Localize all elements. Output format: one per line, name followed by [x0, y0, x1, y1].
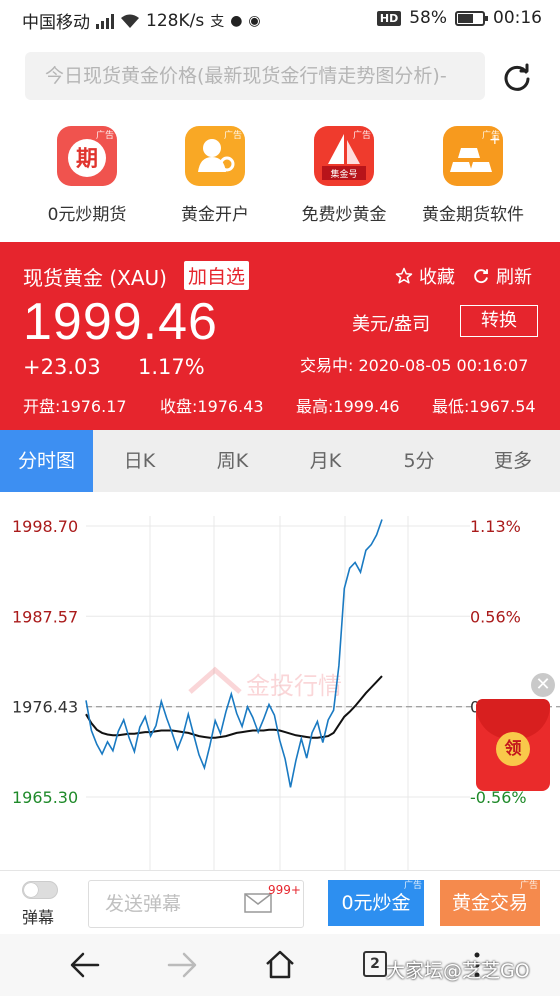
ad-tag: 广告	[519, 881, 538, 891]
y-tick-label-left: 1998.70	[12, 517, 78, 536]
ad-label: 0元炒期货	[47, 205, 127, 225]
prev-close-price: 收盘:1976.43	[160, 397, 264, 416]
tab-5min[interactable]: 5分	[372, 430, 466, 492]
forward-arrow-icon[interactable]	[165, 948, 199, 982]
high-price: 最高:1999.46	[296, 397, 400, 416]
tab-intraday[interactable]: 分时图	[0, 430, 93, 492]
danmu-count-badge: 999+	[268, 883, 301, 897]
price-change: +23.03	[23, 355, 101, 379]
sailboat-icon: 集金号 广告	[314, 126, 374, 186]
refresh-label: 刷新	[496, 267, 532, 288]
qi-glyph: 期	[76, 147, 98, 172]
home-icon[interactable]	[263, 948, 297, 982]
tab-daily-k[interactable]: 日K	[93, 430, 186, 492]
ad-free-gold[interactable]: 集金号 广告 免费炒黄金	[279, 126, 409, 225]
back-arrow-icon[interactable]	[68, 948, 102, 982]
status-left: 中国移动 128K/s 支 ● ◉	[22, 8, 261, 34]
network-speed: 128K/s	[146, 10, 205, 31]
refresh-icon	[474, 269, 488, 284]
ad-gold-account[interactable]: 广告 黄金开户	[150, 126, 280, 225]
close-icon[interactable]: ✕	[531, 673, 555, 697]
clock: 00:16	[493, 8, 542, 28]
axis-ticks: 1998.701987.571976.431965.301.13%0.56%0.…	[12, 517, 527, 807]
search-input[interactable]: 今日现货黄金价格(最新现货金行情走势图分析)-	[25, 52, 485, 100]
ad-tag: 广告	[223, 131, 242, 141]
price-line	[85, 519, 383, 788]
status-right: HD 58% 00:16	[376, 8, 542, 28]
price-unit: 美元/盎司	[352, 314, 431, 335]
alipay-icon: 支	[210, 13, 225, 30]
battery-percent: 58%	[409, 8, 447, 28]
chart-tabs: 分时图 日K 周K 月K 5分 更多	[0, 430, 560, 492]
ad-tag: 广告	[481, 131, 500, 141]
price-change-percent: 1.17%	[138, 355, 205, 379]
ad-tag: 广告	[95, 131, 114, 141]
danmu-toggle-label: 弹幕	[22, 908, 55, 927]
search-bar: 今日现货黄金价格(最新现货金行情走势图分析)-	[0, 38, 560, 116]
y-tick-label-left: 1987.57	[12, 607, 78, 626]
refresh-icon[interactable]	[500, 60, 534, 94]
bottom-action-bar: 弹幕 发送弹幕 999+ 0元炒金 广告 黄金交易 广告	[0, 870, 560, 934]
ad-shortcuts: 期 广告 0元炒期货 广告 黄金开户 集金号 广告 免费炒黄金 + 广告 黄金期…	[0, 116, 560, 242]
signal-icon	[96, 13, 114, 29]
chart-svg: 金投行情 1998.70 1987.57 1976.43 1965.30 1.13% 0.…	[12, 516, 560, 870]
hd-icon: HD	[376, 10, 402, 26]
tab-more[interactable]: 更多	[466, 430, 560, 492]
ad-tag: 广告	[352, 131, 371, 141]
instrument-title: 现货黄金 (XAU)	[23, 266, 167, 290]
chart-watermark: 金投行情	[188, 666, 342, 700]
convert-button[interactable]: 转换	[460, 305, 538, 337]
ad-label: 黄金开户	[181, 205, 249, 225]
add-watchlist-button[interactable]: 加自选	[184, 261, 250, 290]
free-trade-label: 0元炒金	[341, 892, 411, 914]
star-icon	[395, 267, 413, 284]
sailboat-glyph: 集金号	[330, 168, 357, 180]
gold-trade-button[interactable]: 黄金交易 广告	[440, 880, 540, 926]
wifi-icon	[120, 13, 140, 29]
ad-label: 黄金期货软件	[422, 205, 524, 225]
favorite-button[interactable]: 收藏	[395, 263, 455, 289]
status-bar: 中国移动 128K/s 支 ● ◉ HD 58% 00:16	[0, 0, 560, 38]
account-person-icon: 广告	[185, 126, 245, 186]
quote-panel: 现货黄金 (XAU) 加自选 收藏 刷新 1999.46 美元/盎司 转换 +2…	[0, 242, 560, 430]
y-tick-label-left: 1965.30	[12, 788, 78, 807]
ad-label: 免费炒黄金	[301, 205, 387, 225]
ad-gold-futures-app[interactable]: + 广告 黄金期货软件	[408, 126, 538, 225]
low-price: 最低:1967.54	[432, 397, 536, 416]
refresh-button[interactable]: 刷新	[472, 263, 532, 289]
tab-count-button[interactable]: 2	[363, 951, 387, 977]
app-notify-icon: ◉	[248, 12, 261, 29]
y-tick-label-right: 1.13%	[470, 517, 521, 536]
watermark-text: 金投行情	[246, 672, 342, 700]
tab-monthly-k[interactable]: 月K	[279, 430, 372, 492]
intraday-chart[interactable]: 金投行情 1998.70 1987.57 1976.43 1965.30 1.13% 0.…	[0, 492, 560, 870]
y-tick-label-left: 1976.43	[12, 698, 78, 717]
ad-futures[interactable]: 期 广告 0元炒期货	[22, 126, 152, 225]
wechat-icon: ●	[230, 12, 243, 29]
battery-icon	[455, 10, 488, 26]
gold-bars-icon: + 广告	[443, 126, 503, 186]
open-price: 开盘:1976.17	[23, 397, 127, 416]
carrier-label: 中国移动	[22, 13, 90, 33]
tab-weekly-k[interactable]: 周K	[186, 430, 279, 492]
gold-trade-label: 黄金交易	[451, 892, 528, 914]
source-watermark: 大家坛@芝芝GO	[386, 960, 530, 982]
trading-status: 交易中: 2020-08-05 00:16:07	[300, 356, 529, 375]
favorite-label: 收藏	[419, 267, 455, 288]
y-tick-label-right: 0.56%	[470, 607, 521, 626]
qi-futures-icon: 期 广告	[57, 126, 117, 186]
danmu-toggle[interactable]	[22, 881, 58, 899]
red-envelope-ad[interactable]: 领	[476, 699, 550, 791]
free-trade-gold-button[interactable]: 0元炒金 广告	[328, 880, 424, 926]
ad-tag: 广告	[403, 881, 422, 891]
claim-label: 领	[496, 732, 530, 766]
current-price: 1999.46	[23, 293, 218, 351]
